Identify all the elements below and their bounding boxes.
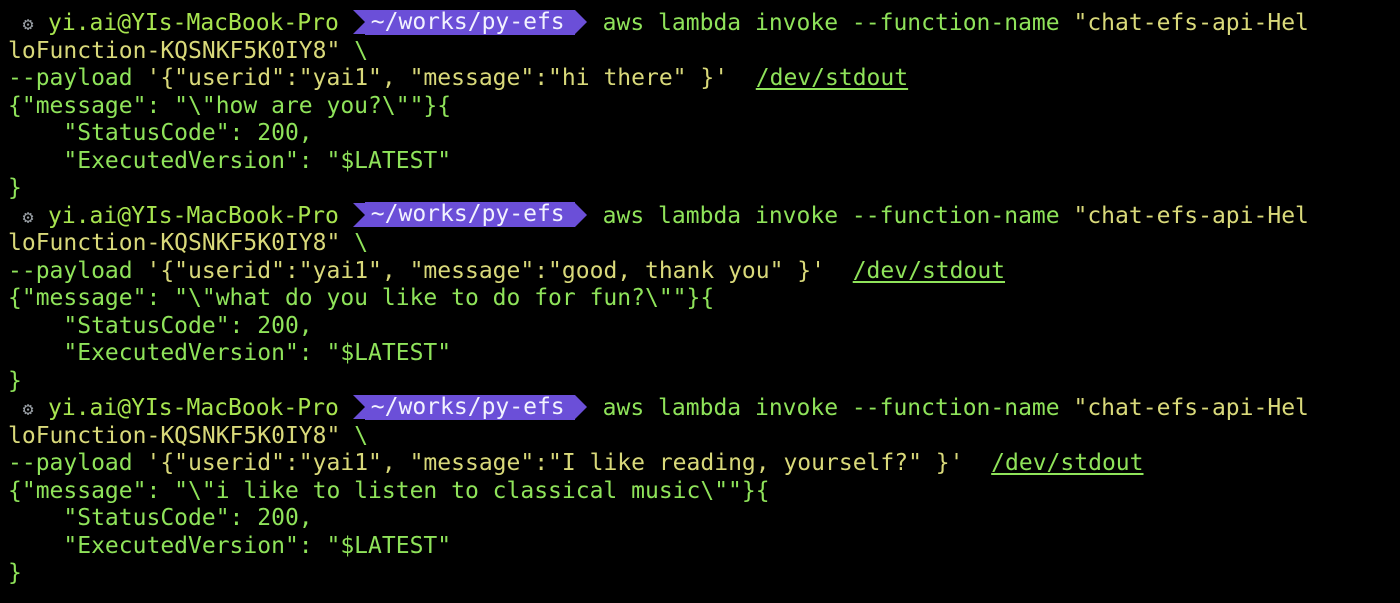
prompt-arrow-right [574,10,587,34]
function-name-part1: "chat-efs-api-Hel [1073,202,1309,229]
payload-value: '{"userid":"yai1", "message":"hi there" … [146,65,729,91]
user-host: yi.ai@YIs-MacBook-Pro [48,10,339,36]
response-line: {"message": "\"how are you?\""}{ [8,92,452,119]
line-continuation: \ [340,37,369,64]
prompt-line: ⚙ yi.ai@YIs-MacBook-Pro ~/works/py-efs aws … [8,394,1400,423]
function-name-part2: loFunction-KQSNKF5K0IY8" [8,230,341,256]
payload-value: '{"userid":"yai1", "message":"I like rea… [146,450,964,476]
line-continuation: \ [340,230,369,256]
prompt-line: ⚙ yi.ai@YIs-MacBook-Pro ~/works/py-efs aws … [8,9,1400,38]
command-text: aws lambda invoke --function-name [602,202,1074,229]
outfile-path[interactable]: /dev/stdout [853,258,1005,284]
cwd-segment: ~/works/py-efs [364,202,575,227]
outfile-path[interactable]: /dev/stdout [991,450,1143,476]
function-name-part1: "chat-efs-api-Hel [1073,10,1309,36]
cwd-segment: ~/works/py-efs [364,394,575,420]
gear-icon: ⚙ [22,14,34,35]
closing-brace: } [8,367,22,394]
prompt-arrow-left [352,10,365,34]
executed-version-line: "ExecutedVersion": "$LATEST" [8,147,452,174]
payload-line: --payload '{"userid":"yai1", "message":"… [8,65,1400,93]
user-host: yi.ai@YIs-MacBook-Pro [48,395,339,421]
cwd-segment: ~/works/py-efs [364,9,575,35]
payload-line: --payload '{"userid":"yai1", "message":"… [8,258,1400,286]
command-continuation: loFunction-KQSNKF5K0IY8" \ [8,230,1400,258]
gear-icon: ⚙ [22,206,34,228]
prompt-arrow-left [352,395,365,419]
command-text: aws lambda invoke --function-name [602,10,1074,36]
response-line: {"message": "\"what do you like to do fo… [8,285,715,311]
payload-flag: --payload [8,450,147,476]
status-code-line: "StatusCode": 200, [8,312,313,339]
function-name-part1: "chat-efs-api-Hel [1073,395,1309,421]
command-continuation: loFunction-KQSNKF5K0IY8" \ [8,423,1400,451]
terminal-window[interactable]: ⚙ yi.ai@YIs-MacBook-Pro ~/works/py-efs aws … [0,0,1400,603]
payload-flag: --payload [8,257,147,284]
prompt-line: ⚙ yi.ai@YIs-MacBook-Pro ~/works/py-efs aws … [8,202,1400,231]
prompt-arrow-right [574,395,587,419]
status-code-line: "StatusCode": 200, [8,505,313,531]
outfile-path[interactable]: /dev/stdout [756,65,908,91]
function-name-part2: loFunction-KQSNKF5K0IY8" [8,422,341,449]
payload-line: --payload '{"userid":"yai1", "message":"… [8,450,1400,478]
payload-value: '{"userid":"yai1", "message":"good, than… [146,257,825,284]
command-continuation: loFunction-KQSNKF5K0IY8" \ [8,38,1400,66]
response-line: {"message": "\"i like to listen to class… [8,477,770,504]
function-name-part2: loFunction-KQSNKF5K0IY8" [8,37,341,64]
closing-brace: } [8,560,22,586]
executed-version-line: "ExecutedVersion": "$LATEST" [8,532,452,559]
status-code-line: "StatusCode": 200, [8,120,313,146]
user-host: yi.ai@YIs-MacBook-Pro [48,202,339,229]
prompt-arrow-left [352,202,365,227]
payload-flag: --payload [8,65,147,91]
line-continuation: \ [340,422,369,449]
command-text: aws lambda invoke --function-name [602,395,1074,421]
prompt-arrow-right [574,202,587,227]
executed-version-line: "ExecutedVersion": "$LATEST" [8,340,452,366]
gear-icon: ⚙ [22,399,34,420]
closing-brace: } [8,175,22,201]
